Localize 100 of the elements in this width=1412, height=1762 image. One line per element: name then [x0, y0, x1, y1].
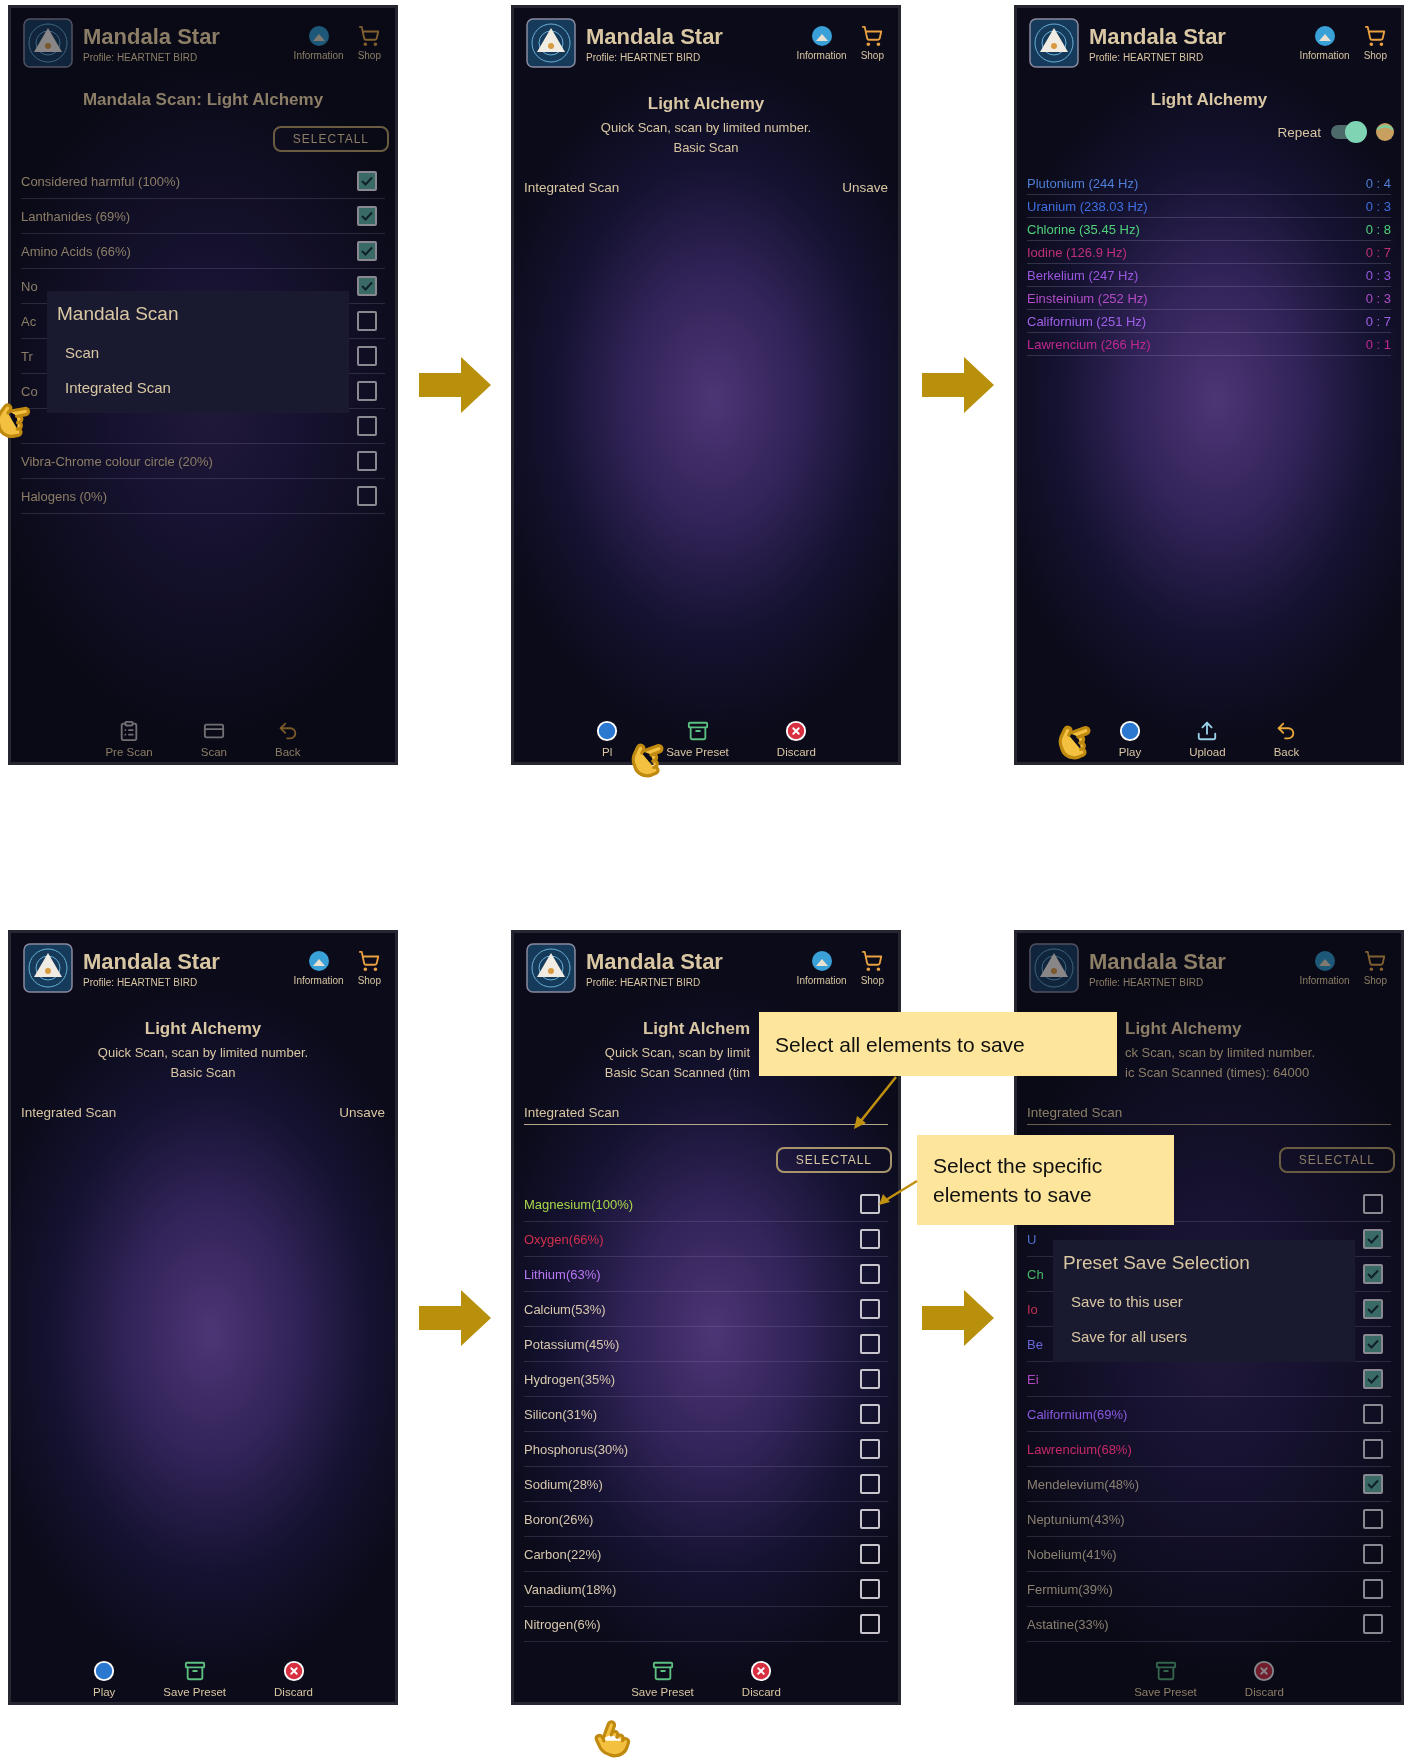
- scan-mode-label: Integrated Scan: [524, 180, 620, 195]
- toolbar-button[interactable]: Discard: [270, 1660, 317, 1698]
- nav-button[interactable]: Shop: [355, 950, 383, 986]
- checkbox[interactable]: [1363, 1194, 1383, 1214]
- element-label: Considered harmful (100%): [21, 173, 180, 189]
- toolbar-button[interactable]: Play: [89, 1660, 120, 1698]
- check-icon: [1367, 1339, 1379, 1349]
- nav-button[interactable]: Information: [1297, 25, 1352, 61]
- toolbar-button[interactable]: Save Preset: [159, 1660, 230, 1698]
- checkbox[interactable]: [357, 451, 377, 471]
- checkbox[interactable]: [860, 1544, 880, 1564]
- checkbox[interactable]: [1363, 1509, 1383, 1529]
- checkbox[interactable]: [1363, 1404, 1383, 1424]
- count-text: 0 : 7: [1365, 313, 1391, 329]
- checkbox[interactable]: [860, 1474, 880, 1494]
- element-label: Oxygen(66%): [524, 1231, 604, 1247]
- unsave-link[interactable]: Unsave: [842, 180, 888, 195]
- nav-button[interactable]: Shop: [1361, 25, 1389, 61]
- checkbox[interactable]: [357, 486, 377, 506]
- checkbox[interactable]: [1363, 1299, 1383, 1319]
- toolbar-button[interactable]: Pre Scan: [101, 720, 157, 758]
- unsave-link[interactable]: Unsave: [339, 1105, 385, 1120]
- subtitle-text: Quick Scan, scan by limited number.: [600, 119, 812, 137]
- checkbox[interactable]: [357, 416, 377, 436]
- nav-button[interactable]: Information: [794, 25, 849, 61]
- checkbox[interactable]: [860, 1614, 880, 1634]
- menu-option[interactable]: Scan: [57, 335, 339, 370]
- app-logo-icon: [526, 18, 576, 68]
- checkbox[interactable]: [860, 1579, 880, 1599]
- nav-button[interactable]: Information: [794, 950, 849, 986]
- select-all-button[interactable]: SELECTALL: [775, 1147, 892, 1173]
- shopping-cart-icon: [861, 25, 884, 47]
- checkbox[interactable]: [357, 206, 377, 226]
- checkbox[interactable]: [1363, 1229, 1383, 1249]
- checkbox[interactable]: [357, 346, 377, 366]
- toolbar-button[interactable]: Back: [270, 720, 305, 758]
- element-label: Mendelevium(48%): [1027, 1476, 1139, 1492]
- check-icon: [361, 246, 373, 256]
- checkbox[interactable]: [860, 1194, 880, 1214]
- checkbox[interactable]: [1363, 1579, 1383, 1599]
- toolbar-button[interactable]: Save Preset: [627, 1660, 698, 1698]
- checkbox[interactable]: [860, 1229, 880, 1249]
- toolbar-button[interactable]: Pl: [592, 720, 623, 758]
- select-all-button[interactable]: SELECTALL: [1278, 1147, 1395, 1173]
- checkbox[interactable]: [860, 1439, 880, 1459]
- checkbox[interactable]: [860, 1334, 880, 1354]
- select-all-button[interactable]: SELECTALL: [272, 126, 389, 152]
- nav-button[interactable]: Information: [291, 950, 346, 986]
- element-label: Nitrogen(6%): [524, 1616, 601, 1632]
- element-label: Carbon(22%): [524, 1546, 602, 1562]
- element-frequency: Einsteinium (252 Hz): [1027, 290, 1148, 306]
- toolbar-button[interactable]: Scan: [196, 720, 231, 758]
- menu-option[interactable]: Save to this user: [1063, 1284, 1345, 1319]
- checkbox[interactable]: [1363, 1439, 1383, 1459]
- page-heading: Light Alchemy: [647, 94, 765, 114]
- checkbox[interactable]: [1363, 1544, 1383, 1564]
- checkbox[interactable]: [1363, 1264, 1383, 1284]
- toolbar-button[interactable]: Discard: [772, 720, 820, 758]
- checkbox[interactable]: [1363, 1614, 1383, 1634]
- scan-mode-label: Integrated Scan: [524, 1105, 620, 1120]
- profile-name: Profile: HEARTNET BIRD: [586, 51, 702, 63]
- element-label: Be: [1027, 1336, 1043, 1352]
- nav-button[interactable]: Shop: [1361, 950, 1389, 986]
- checkbox[interactable]: [860, 1299, 880, 1319]
- right-arrow-icon: [418, 357, 491, 413]
- toolbar-button[interactable]: Save Preset: [1130, 1660, 1201, 1698]
- nav-button[interactable]: Shop: [858, 950, 886, 986]
- menu-option[interactable]: Integrated Scan: [57, 370, 339, 405]
- checkbox[interactable]: [357, 241, 377, 261]
- close-circle-icon: [750, 1660, 773, 1682]
- nav-button[interactable]: Information: [291, 25, 346, 61]
- checkbox[interactable]: [357, 381, 377, 401]
- checkbox[interactable]: [357, 171, 377, 191]
- menu-option[interactable]: Save for all users: [1063, 1319, 1345, 1354]
- toolbar-button[interactable]: Upload: [1185, 720, 1230, 758]
- checkbox[interactable]: [1363, 1474, 1383, 1494]
- toolbar-button[interactable]: Save Preset: [662, 720, 733, 758]
- element-label: Vibra-Chrome colour circle (20%): [21, 453, 213, 469]
- nav-button[interactable]: Shop: [355, 25, 383, 61]
- toolbar-button[interactable]: Play: [1114, 720, 1146, 758]
- checkbox[interactable]: [1363, 1369, 1383, 1389]
- checkbox[interactable]: [357, 276, 377, 296]
- checkbox[interactable]: [1363, 1334, 1383, 1354]
- element-label: Hydrogen(35%): [524, 1371, 616, 1387]
- checkbox[interactable]: [860, 1509, 880, 1529]
- toolbar-button[interactable]: Discard: [737, 1660, 785, 1698]
- checkbox[interactable]: [357, 311, 377, 331]
- element-label: Lawrencium(68%): [1027, 1441, 1132, 1457]
- checkbox[interactable]: [860, 1369, 880, 1389]
- checkbox[interactable]: [860, 1264, 880, 1284]
- element-label: Amino Acids (66%): [21, 243, 131, 259]
- check-icon: [361, 211, 373, 221]
- toolbar-button[interactable]: Discard: [1240, 1660, 1288, 1698]
- nav-button[interactable]: Information: [1297, 950, 1352, 986]
- check-icon: [361, 281, 373, 291]
- check-icon: [1367, 1269, 1379, 1279]
- shopping-cart-icon: [358, 25, 381, 47]
- toolbar-button[interactable]: Back: [1269, 720, 1304, 758]
- nav-button[interactable]: Shop: [858, 25, 886, 61]
- checkbox[interactable]: [860, 1404, 880, 1424]
